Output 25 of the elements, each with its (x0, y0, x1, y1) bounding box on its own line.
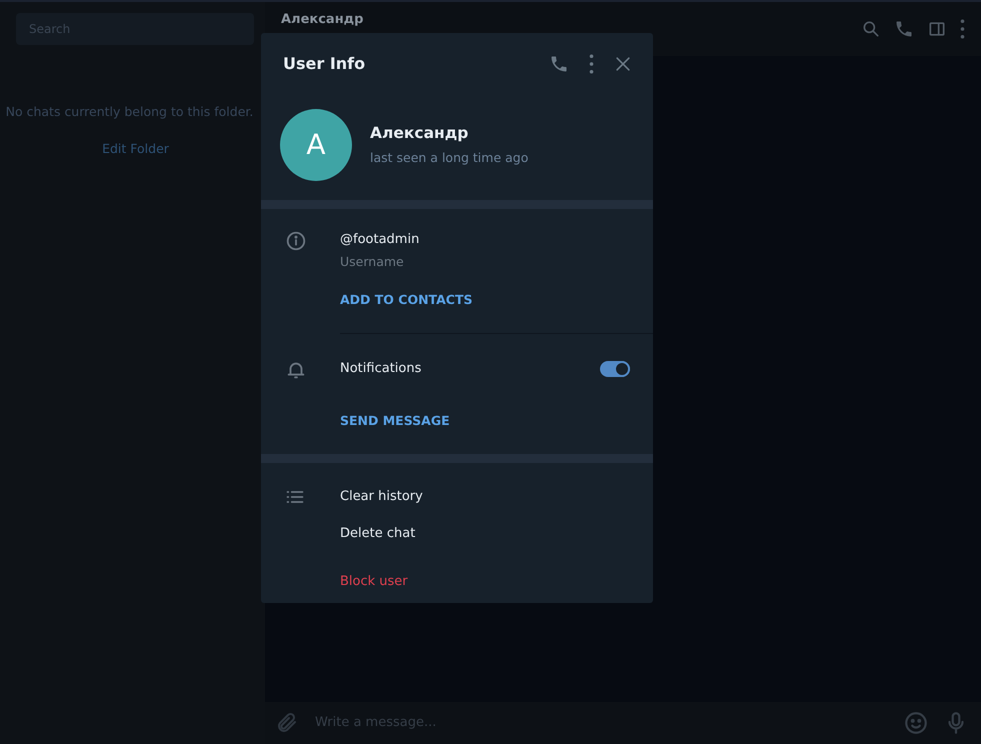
last-seen-status: last seen a long time ago (370, 149, 528, 168)
notifications-toggle[interactable] (600, 360, 630, 376)
user-name: Александр (370, 123, 470, 144)
more-icon (588, 54, 594, 74)
attach-icon[interactable] (275, 711, 299, 735)
block-user-button[interactable]: Block user (340, 572, 408, 592)
emoji-icon[interactable] (903, 710, 929, 736)
add-to-contacts-button[interactable]: ADD TO CONTACTS (340, 291, 472, 310)
menu-action[interactable]: Clear history (340, 486, 423, 506)
avatar: A (280, 109, 352, 181)
chat-title: Александр (281, 11, 364, 29)
username-value: @footadmin (340, 231, 420, 249)
phone-icon (549, 54, 569, 74)
search-icon[interactable] (861, 19, 881, 39)
send-message-button[interactable]: SEND MESSAGE (340, 412, 450, 431)
call-button[interactable] (549, 54, 569, 74)
more-button[interactable] (588, 54, 594, 74)
empty-folder-text: No chats currently belong to this folder. (4, 103, 254, 121)
username-label: Username (340, 252, 405, 270)
info-icon (285, 230, 307, 252)
more-icon[interactable] (960, 19, 965, 39)
menu-action[interactable]: Delete chat (340, 524, 416, 544)
notifications-label: Notifications (340, 360, 422, 378)
phone-icon[interactable] (894, 19, 914, 39)
dialog-title: User Info (283, 53, 366, 75)
